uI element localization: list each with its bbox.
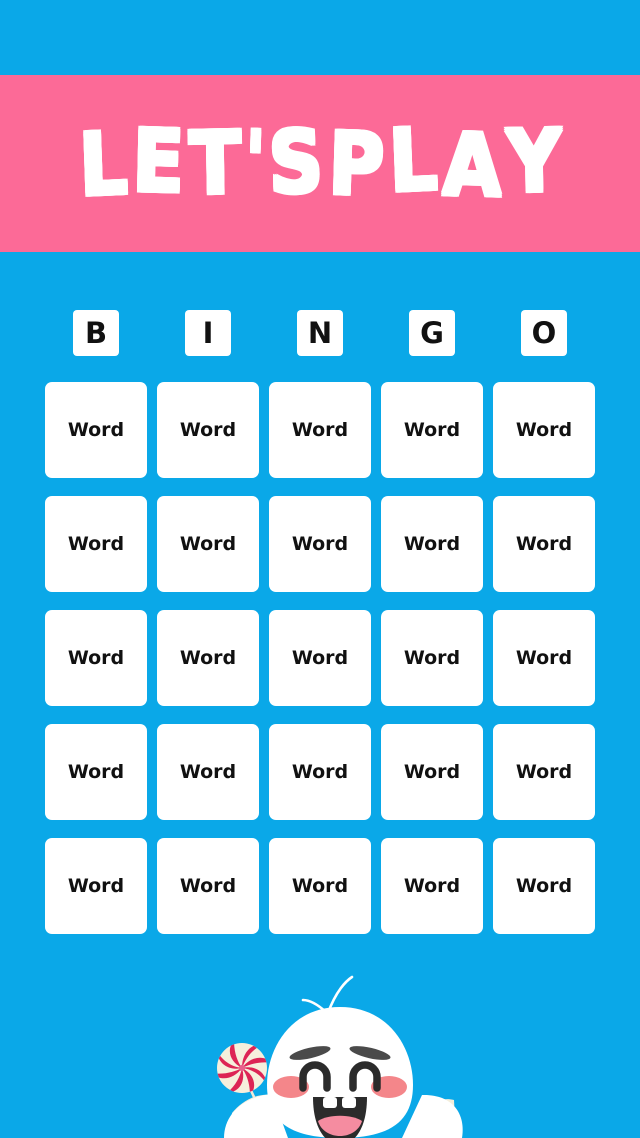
bingo-cell[interactable]: Word [45,496,147,592]
bingo-cell[interactable]: Word [381,724,483,820]
bingo-cell[interactable]: Word [157,496,259,592]
bingo-letter-o: O [521,310,567,356]
bingo-header-cell-b: B [45,310,147,356]
bingo-cell[interactable]: Word [157,724,259,820]
bingo-cell[interactable]: Word [157,838,259,934]
swirl-lollipop [217,1043,267,1093]
bingo-cell[interactable]: Word [269,724,371,820]
bingo-cell[interactable]: Word [381,496,483,592]
title-char: S [267,112,323,214]
bingo-cell[interactable]: Word [493,724,595,820]
bingo-cell[interactable]: Word [45,610,147,706]
bingo-poster: L E T ' S P L A Y B I N G O Word Word Wo… [0,0,640,1138]
title-char: A [441,115,501,217]
bingo-cell[interactable]: Word [45,382,147,478]
bingo-cell[interactable]: Word [493,496,595,592]
bingo-cell[interactable]: Word [45,838,147,934]
bingo-cell[interactable]: Word [381,838,483,934]
bingo-letter-i: I [185,310,231,356]
tooth-right [342,1097,356,1108]
lets-play-banner: L E T ' S P L A Y [0,75,640,252]
bingo-cell[interactable]: Word [157,382,259,478]
bingo-header-row: B I N G O [45,310,595,356]
bingo-cell[interactable]: Word [381,610,483,706]
title-char: P [327,114,384,216]
title-char: T [188,113,240,215]
bingo-cell[interactable]: Word [45,724,147,820]
bingo-header-cell-o: O [493,310,595,356]
bingo-cell[interactable]: Word [493,838,595,934]
bingo-letter-b: B [73,310,119,356]
mascot-illustration [180,955,500,1138]
bingo-cell[interactable]: Word [269,838,371,934]
bingo-grid: Word Word Word Word Word Word Word Word … [45,382,595,934]
bingo-cell[interactable]: Word [381,382,483,478]
bingo-cell[interactable]: Word [269,610,371,706]
bingo-cell[interactable]: Word [157,610,259,706]
title-char: L [77,113,128,216]
bingo-cell[interactable]: Word [269,382,371,478]
title-char: Y [506,111,561,213]
banner-title: L E T ' S P L A Y [0,75,640,252]
bingo-header-cell-g: G [381,310,483,356]
title-char: ' [243,113,265,208]
bingo-header-cell-n: N [269,310,371,356]
title-char: E [131,111,184,213]
bingo-cell[interactable]: Word [493,382,595,478]
title-char: L [387,109,438,213]
bingo-cell[interactable]: Word [493,610,595,706]
bingo-letter-g: G [409,310,455,356]
bingo-cell[interactable]: Word [269,496,371,592]
bingo-header-cell-i: I [157,310,259,356]
tooth-left [323,1097,337,1108]
bingo-letter-n: N [297,310,343,356]
